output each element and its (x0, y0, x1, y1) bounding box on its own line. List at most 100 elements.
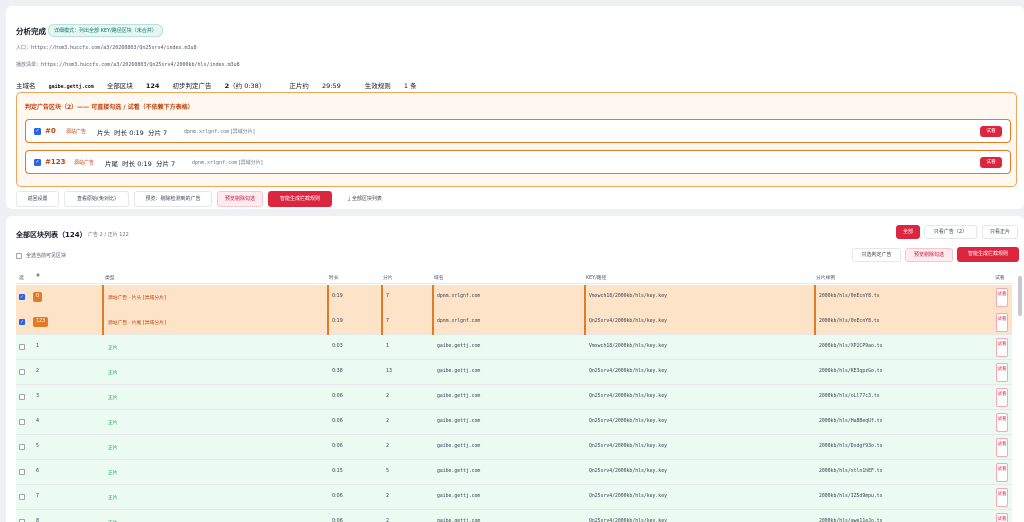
row-key-path: Qn25srv4/2000kb/hls/key.key (589, 494, 667, 499)
ad-row-divider (584, 285, 586, 310)
row-sample: 2000kb/hls/XP2CP9ao.ts (819, 344, 883, 349)
col-number: # (36, 274, 41, 279)
col-segments: 分片 (383, 276, 393, 281)
list-title: 全部区块列表（124） (16, 231, 87, 239)
row-type: 源站广告 · 片尾 [异域分片] (108, 321, 166, 326)
row-preview-button[interactable]: 试看 (996, 413, 1008, 432)
table-row-ad[interactable]: ✓ 123 源站广告 · 片尾 [异域分片] 0:19 7 dpnm.xrlgnf.com… (16, 310, 1012, 335)
row-preview-button[interactable]: 试看 (996, 338, 1008, 357)
row-number-badge: 123 (33, 317, 49, 327)
row-duration: 0:06 (332, 394, 343, 399)
row-domain: gaibe.gettj.com (437, 394, 481, 399)
ad-block-number: #123 (45, 158, 66, 166)
view-source-button[interactable]: 查看原始(免对比) (64, 191, 129, 207)
playlist-url-line: 播放清单：https://hsm3.huccfs.com/a3/20260803… (16, 61, 240, 68)
row-preview-button[interactable]: 试看 (996, 488, 1008, 507)
playlist-url[interactable]: https://hsm3.huccfs.com/a3/20260803/Qn25… (41, 62, 240, 68)
row-domain: gaibe.gettj.com (437, 369, 481, 374)
row-key-path: Qn25srv4/2000kb/hls/key.key (589, 369, 667, 374)
col-domain: 域名 (434, 276, 444, 281)
row-type: 正片 (108, 421, 118, 426)
row-checkbox[interactable] (19, 394, 25, 400)
ad-row-divider (327, 310, 329, 335)
row-checkbox[interactable] (19, 444, 25, 450)
ad-block-checkbox[interactable]: ✓ (34, 128, 41, 135)
row-preview-button[interactable]: 试看 (996, 363, 1008, 382)
row-checkbox[interactable]: ✓ (19, 294, 25, 300)
stat-rules: 生效规则 1 条 (364, 82, 417, 90)
table-row[interactable]: 4 正片 0:06 2 gaibe.gettj.com Qn25srv4/2000kb/h… (16, 410, 1012, 435)
ad-block-tag: 源站广告 (66, 129, 87, 135)
stat-initial-ads: 初步判定广告 2（约 0:38） (172, 82, 266, 90)
preview-remove-checked-button[interactable]: 预览剔除勾选 (217, 191, 263, 207)
row-number: 2 (36, 369, 40, 374)
smart-generate-rule-list-button[interactable]: 智能生成拦截规则 (957, 247, 1019, 262)
row-type: 正片 (108, 371, 118, 376)
row-duration: 0:06 (332, 444, 343, 449)
row-preview-button[interactable]: 试看 (996, 388, 1008, 407)
select-all-checkbox[interactable] (16, 252, 22, 259)
row-checkbox[interactable] (19, 419, 25, 425)
ad-block-domain: dpnm.xrlgnf.com [异域分片] (184, 129, 255, 135)
table-row[interactable]: 8正片0:062gaibe.gettj.comQn25srv4/2000kb/h… (16, 510, 1012, 522)
table-row[interactable]: 3 正片 0:06 2 gaibe.gettj.com Qn25srv4/2000kb/h… (16, 385, 1012, 410)
filter-all-tab[interactable]: 全部 (896, 225, 920, 239)
table-row-ad[interactable]: ✓ 0 源站广告 · 片头 [异域分片] 0:19 7 dpnm.xrlgnf.com Vm… (16, 285, 1012, 310)
table-row[interactable]: 7 正片 0:06 2 gaibe.gettj.com Qn25srv4/2000kb/h… (16, 485, 1012, 510)
table-row[interactable]: 1 正片 0:03 1 gaibe.gettj.com Vmxwch18/2000kb/h… (16, 335, 1012, 360)
table-row[interactable]: 2 正片 0:38 13 gaibe.gettj.com Qn25srv4/2000kb/… (16, 360, 1012, 385)
row-domain: gaibe.gettj.com (437, 419, 481, 424)
row-checkbox[interactable]: ✓ (19, 319, 25, 325)
row-preview-button[interactable]: 试看 (996, 288, 1008, 307)
col-select: 选 (19, 276, 24, 281)
row-segments: 2 (386, 419, 390, 424)
row-checkbox[interactable] (19, 494, 25, 500)
row-sample: 2000kb/hls/oLl77c3.ts (819, 394, 880, 399)
row-duration: 0:19 (332, 319, 343, 324)
row-preview-button[interactable]: 试看 (996, 513, 1008, 522)
row-sample: 2000kb/hls/KE3qpzGo.ts (819, 369, 883, 374)
ad-block-preview-button[interactable]: 试看 (980, 157, 1002, 168)
row-sample: 2000kb/hls/0nEcnY8.ts (819, 319, 880, 324)
row-checkbox[interactable] (19, 469, 25, 475)
col-duration: 时长 (329, 276, 339, 281)
ad-block-checkbox[interactable]: ✓ (34, 159, 41, 166)
row-preview-button[interactable]: 试看 (996, 438, 1008, 457)
ad-row-divider (327, 285, 329, 310)
row-number: 5 (36, 444, 40, 449)
row-domain: gaibe.gettj.com (437, 469, 481, 474)
row-checkbox[interactable] (19, 344, 25, 350)
table-row[interactable]: 5 正片 0:06 2 gaibe.gettj.com Qn25srv4/2000kb/h… (16, 435, 1012, 460)
preview-remove-checked-list-button[interactable]: 预览剔除勾选 (905, 248, 953, 262)
row-number: 6 (36, 469, 40, 474)
export-all-blocks-button[interactable]: ⤓ 全部区块列表 (336, 191, 394, 207)
row-checkbox[interactable] (19, 369, 25, 375)
ad-row-divider (814, 310, 816, 335)
entry-url[interactable]: https://hsm3.huccfs.com/a3/20260803/Qn25… (31, 45, 197, 51)
select-judged-ads-button[interactable]: 只选判定广告 (852, 248, 901, 262)
row-type: 正片 (108, 346, 118, 351)
row-preview-button[interactable]: 试看 (996, 463, 1008, 482)
page-title: 分析完成 (16, 27, 46, 36)
row-key-path: Qn25srv4/2000kb/hls/key.key (589, 394, 667, 399)
list-scrollbar[interactable] (1018, 276, 1022, 316)
table-row[interactable]: 6 正片 0:15 5 gaibe.gettj.com Qn25srv4/2000kb/h… (16, 460, 1012, 485)
row-domain: gaibe.gettj.com (437, 444, 481, 449)
row-key-path: Vmxwch18/2000kb/hls/key.key (589, 294, 667, 299)
preview-remove-detected-button[interactable]: 预览：剔除检测到的广告 (134, 191, 212, 207)
row-duration: 0:03 (332, 344, 343, 349)
row-sample: 2000kb/hls/0nEcnY8.ts (819, 294, 880, 299)
row-segments: 1 (386, 344, 390, 349)
col-preview: 试看 (995, 276, 1005, 281)
row-number: 3 (36, 394, 40, 399)
back-to-settings-button[interactable]: 返回设置 (16, 191, 59, 207)
row-key-path: Qn25srv4/2000kb/hls/key.key (589, 319, 667, 324)
select-all-visible[interactable]: 全选当前可见区块 (16, 252, 66, 259)
ad-block-preview-button[interactable]: 试看 (980, 126, 1002, 137)
entry-label: 入口： (16, 45, 32, 51)
smart-generate-rule-button[interactable]: 智能生成拦截规则 (268, 191, 332, 207)
ad-block-tag: 源站广告 (74, 160, 95, 166)
filter-ads-tab[interactable]: 只看广告（2） (924, 225, 977, 239)
filter-main-tab[interactable]: 只看正片 (982, 225, 1018, 239)
row-preview-button[interactable]: 试看 (996, 313, 1008, 332)
